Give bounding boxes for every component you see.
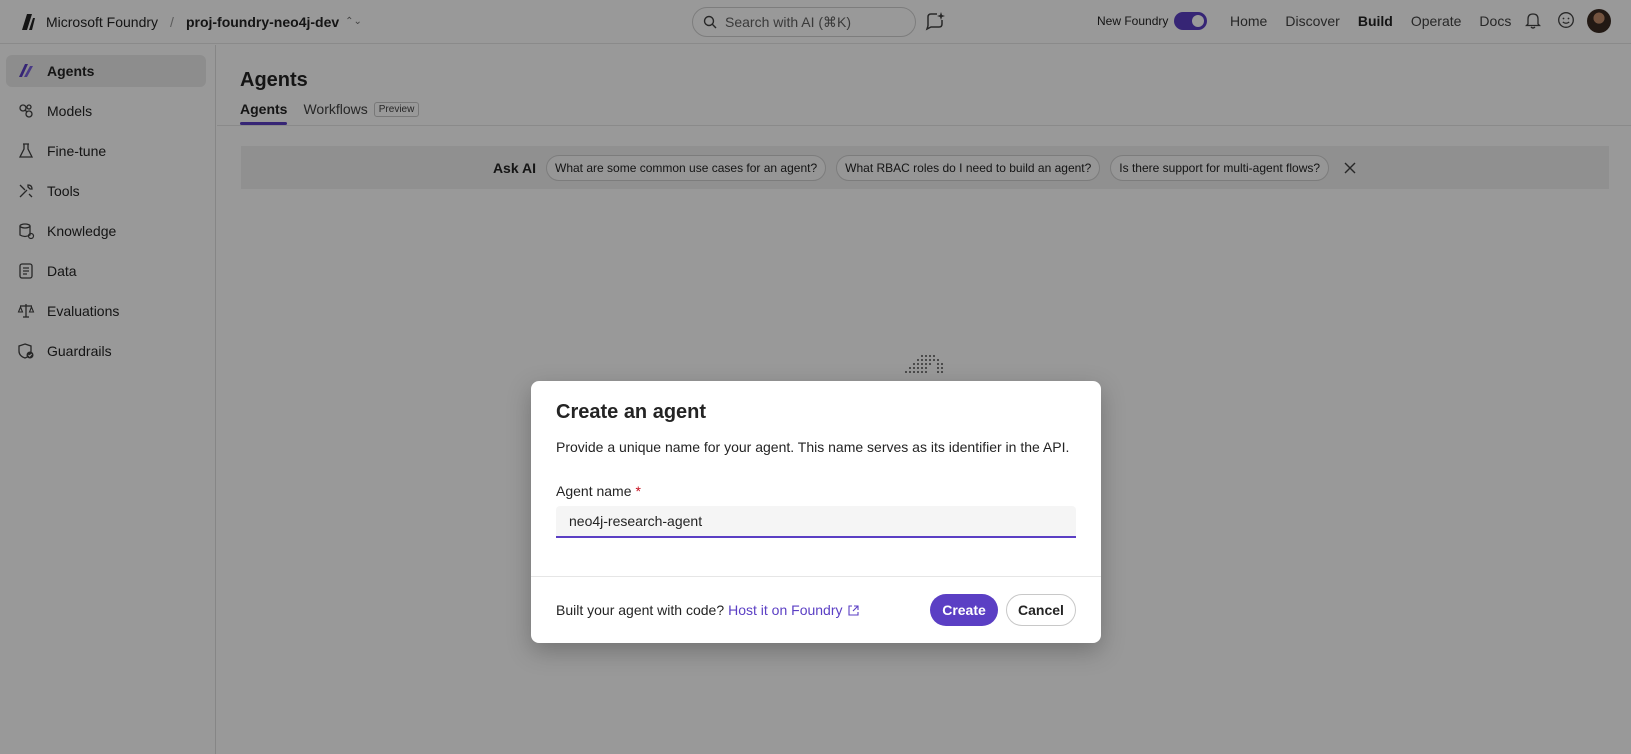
dialog-title: Create an agent <box>556 401 707 423</box>
agent-name-field[interactable] <box>556 506 1076 538</box>
agent-name-label: Agent name * <box>556 483 641 499</box>
create-button[interactable]: Create <box>930 594 998 626</box>
external-link-icon <box>847 604 859 616</box>
footer-text: Built your agent with code? <box>556 602 725 618</box>
agent-name-input[interactable] <box>569 513 1076 529</box>
agent-name-label-text: Agent name <box>556 483 632 499</box>
host-on-foundry-label: Host it on Foundry <box>728 602 843 618</box>
cancel-button[interactable]: Cancel <box>1006 594 1076 626</box>
dialog-description: Provide a unique name for your agent. Th… <box>556 439 1070 455</box>
dialog-divider <box>531 576 1101 577</box>
create-agent-dialog: Create an agent Provide a unique name fo… <box>531 381 1101 643</box>
host-on-foundry-link[interactable]: Host it on Foundry <box>728 602 859 618</box>
required-marker: * <box>635 483 641 499</box>
dialog-footer: Built your agent with code? Host it on F… <box>556 602 859 618</box>
